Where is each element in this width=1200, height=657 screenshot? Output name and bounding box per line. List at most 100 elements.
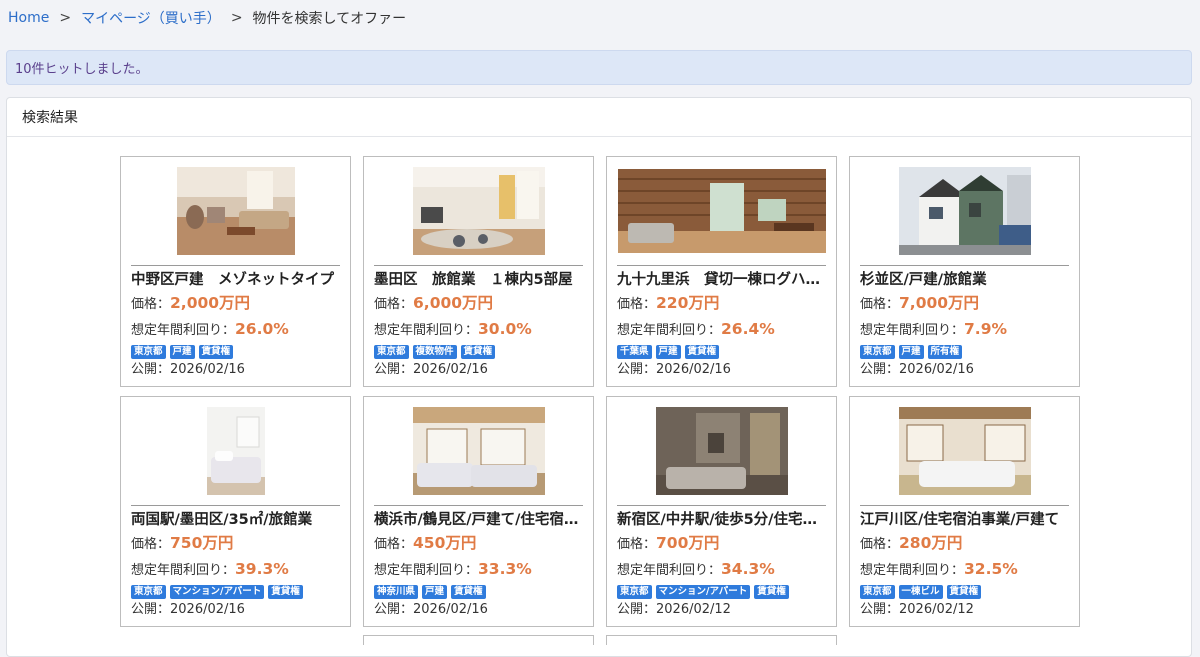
published-value: 2026/02/16 bbox=[413, 362, 488, 377]
card-divider bbox=[860, 505, 1069, 506]
yield-label: 想定年間利回り： bbox=[617, 563, 722, 578]
price-row: 価格：700万円 bbox=[617, 532, 826, 556]
listing-card[interactable]: 九十九里浜 貸切一棟ログハウス 価格：220万円 想定年間利回り：26.4% 千… bbox=[606, 156, 837, 387]
yield-row: 想定年間利回り：33.3% bbox=[374, 558, 583, 582]
listing-title[interactable]: 横浜市/鶴見区/戸建て/住宅宿泊事業 bbox=[374, 510, 583, 530]
price-row: 価格：6,000万円 bbox=[374, 292, 583, 316]
listing-title[interactable]: 杉並区/戸建/旅館業 bbox=[860, 270, 1069, 290]
yield-row: 想定年間利回り：32.5% bbox=[860, 558, 1069, 582]
tag-badge: 賃貸権 bbox=[684, 345, 720, 359]
tag-list: 千葉県 戸建 賃貸権 bbox=[617, 345, 826, 359]
tag-badge: 東京都 bbox=[374, 345, 409, 359]
yield-row: 想定年間利回り：26.0% bbox=[131, 318, 340, 342]
tag-badge: 東京都 bbox=[860, 585, 895, 599]
yield-row: 想定年間利回り：34.3% bbox=[617, 558, 826, 582]
breadcrumb-home-link[interactable]: Home bbox=[8, 10, 49, 26]
published-date: 公開：2026/02/16 bbox=[131, 602, 340, 618]
tag-badge: 東京都 bbox=[131, 345, 166, 359]
published-label: 公開： bbox=[860, 602, 900, 617]
tag-list: 東京都 複数物件 賃貸権 bbox=[374, 345, 583, 359]
listing-card[interactable]: 横浜市/鶴見区/戸建て/住宅宿泊事業 価格：450万円 想定年間利回り：33.3… bbox=[363, 396, 594, 627]
price-value: 220万円 bbox=[656, 294, 720, 312]
price-value: 750万円 bbox=[170, 534, 234, 552]
listing-card[interactable]: 中野区戸建 メゾネットタイプ 価格：2,000万円 想定年間利回り：26.0% … bbox=[120, 156, 351, 387]
published-value: 2026/02/16 bbox=[656, 362, 731, 377]
listing-card-partial[interactable] bbox=[363, 635, 594, 645]
yield-value: 34.3% bbox=[721, 560, 775, 578]
tag-badge: 戸建 bbox=[655, 345, 681, 359]
published-value: 2026/02/16 bbox=[170, 362, 245, 377]
yield-value: 33.3% bbox=[478, 560, 532, 578]
log-house-interior-photo bbox=[617, 169, 826, 253]
published-date: 公開：2026/02/16 bbox=[860, 362, 1069, 378]
tag-list: 東京都 マンション/アパート 賃貸権 bbox=[131, 585, 340, 599]
listing-title[interactable]: 江戸川区/住宅宿泊事業/戸建て bbox=[860, 510, 1069, 530]
listing-card[interactable]: 江戸川区/住宅宿泊事業/戸建て 価格：280万円 想定年間利回り：32.5% 東… bbox=[849, 396, 1080, 627]
price-row: 価格：7,000万円 bbox=[860, 292, 1069, 316]
panel-header: 検索結果 bbox=[7, 98, 1191, 137]
published-label: 公開： bbox=[617, 602, 657, 617]
tag-list: 神奈川県 戸建 賃貸権 bbox=[374, 585, 583, 599]
yield-value: 32.5% bbox=[964, 560, 1018, 578]
yield-label: 想定年間利回り： bbox=[617, 323, 722, 338]
tag-list: 東京都 一棟ビル 賃貸権 bbox=[860, 585, 1069, 599]
breadcrumb: Home > マイページ（買い手） > 物件を検索してオファー bbox=[8, 8, 406, 28]
tag-badge: 東京都 bbox=[131, 585, 166, 599]
tag-badge: 賃貸権 bbox=[268, 585, 303, 599]
published-label: 公開： bbox=[131, 602, 171, 617]
price-value: 700万円 bbox=[656, 534, 720, 552]
yield-row: 想定年間利回り：7.9% bbox=[860, 318, 1069, 342]
price-value: 7,000万円 bbox=[899, 294, 980, 312]
tag-badge: 東京都 bbox=[860, 345, 895, 359]
tag-badge: 戸建 bbox=[898, 345, 924, 359]
listing-title[interactable]: 新宿区/中井駅/徒歩5分/住宅宿泊事業 bbox=[617, 510, 826, 530]
yield-value: 26.0% bbox=[235, 320, 289, 338]
tag-badge: 賃貸権 bbox=[754, 585, 789, 599]
tag-badge: 賃貸権 bbox=[460, 345, 496, 359]
tag-list: 東京都 戸建 所有権 bbox=[860, 345, 1069, 359]
listing-title[interactable]: 両国駅/墨田区/35㎡/旅館業 bbox=[131, 510, 340, 530]
yield-value: 39.3% bbox=[235, 560, 289, 578]
yield-label: 想定年間利回り： bbox=[131, 323, 236, 338]
price-label: 価格： bbox=[131, 297, 171, 312]
tag-badge: 賃貸権 bbox=[198, 345, 234, 359]
listing-card[interactable]: 杉並区/戸建/旅館業 価格：7,000万円 想定年間利回り：7.9% 東京都 戸… bbox=[849, 156, 1080, 387]
yield-value: 30.0% bbox=[478, 320, 532, 338]
card-divider bbox=[860, 265, 1069, 266]
listing-card[interactable]: 両国駅/墨田区/35㎡/旅館業 価格：750万円 想定年間利回り：39.3% 東… bbox=[120, 396, 351, 627]
tag-badge: 賃貸権 bbox=[451, 585, 486, 599]
published-value: 2026/02/16 bbox=[413, 602, 488, 617]
tag-badge: 千葉県 bbox=[617, 345, 652, 359]
listing-card[interactable]: 墨田区 旅館業 １棟内5部屋 価格：6,000万円 想定年間利回り：30.0% … bbox=[363, 156, 594, 387]
tag-list: 東京都 マンション/アパート 賃貸権 bbox=[617, 585, 826, 599]
yield-label: 想定年間利回り： bbox=[374, 563, 479, 578]
dining-room-photo bbox=[412, 167, 545, 255]
card-divider bbox=[131, 505, 340, 506]
breadcrumb-current: 物件を検索してオファー bbox=[252, 11, 407, 27]
card-divider bbox=[374, 505, 583, 506]
listing-title[interactable]: 墨田区 旅館業 １棟内5部屋 bbox=[374, 270, 583, 290]
price-label: 価格： bbox=[374, 537, 414, 552]
dim-bedroom-photo bbox=[655, 407, 788, 495]
yield-value: 26.4% bbox=[721, 320, 775, 338]
price-row: 価格：750万円 bbox=[131, 532, 340, 556]
price-row: 価格：450万円 bbox=[374, 532, 583, 556]
search-results-panel: 検索結果 中野区戸建 メゾネットタイプ 価格：2,000万円 想定年間利回り：2… bbox=[6, 97, 1192, 657]
listing-title[interactable]: 中野区戸建 メゾネットタイプ bbox=[131, 270, 340, 290]
price-label: 価格： bbox=[860, 537, 900, 552]
tag-badge: 所有権 bbox=[927, 345, 963, 359]
result-count-text: 10件ヒットしました。 bbox=[15, 62, 149, 77]
breadcrumb-mypage-link[interactable]: マイページ（買い手） bbox=[81, 8, 221, 28]
listing-title[interactable]: 九十九里浜 貸切一棟ログハウス bbox=[617, 270, 826, 290]
result-count-alert: 10件ヒットしました。 bbox=[6, 50, 1192, 85]
listing-card[interactable]: 新宿区/中井駅/徒歩5分/住宅宿泊事業 価格：700万円 想定年間利回り：34.… bbox=[606, 396, 837, 627]
tag-badge: 東京都 bbox=[617, 585, 652, 599]
tag-badge: 神奈川県 bbox=[374, 585, 419, 599]
published-value: 2026/02/12 bbox=[656, 602, 731, 617]
listing-card-partial[interactable] bbox=[606, 635, 837, 645]
yield-row: 想定年間利回り：39.3% bbox=[131, 558, 340, 582]
price-label: 価格： bbox=[131, 537, 171, 552]
yield-row: 想定年間利回り：26.4% bbox=[617, 318, 826, 342]
published-label: 公開： bbox=[860, 362, 900, 377]
tag-badge: 一棟ビル bbox=[898, 585, 943, 599]
